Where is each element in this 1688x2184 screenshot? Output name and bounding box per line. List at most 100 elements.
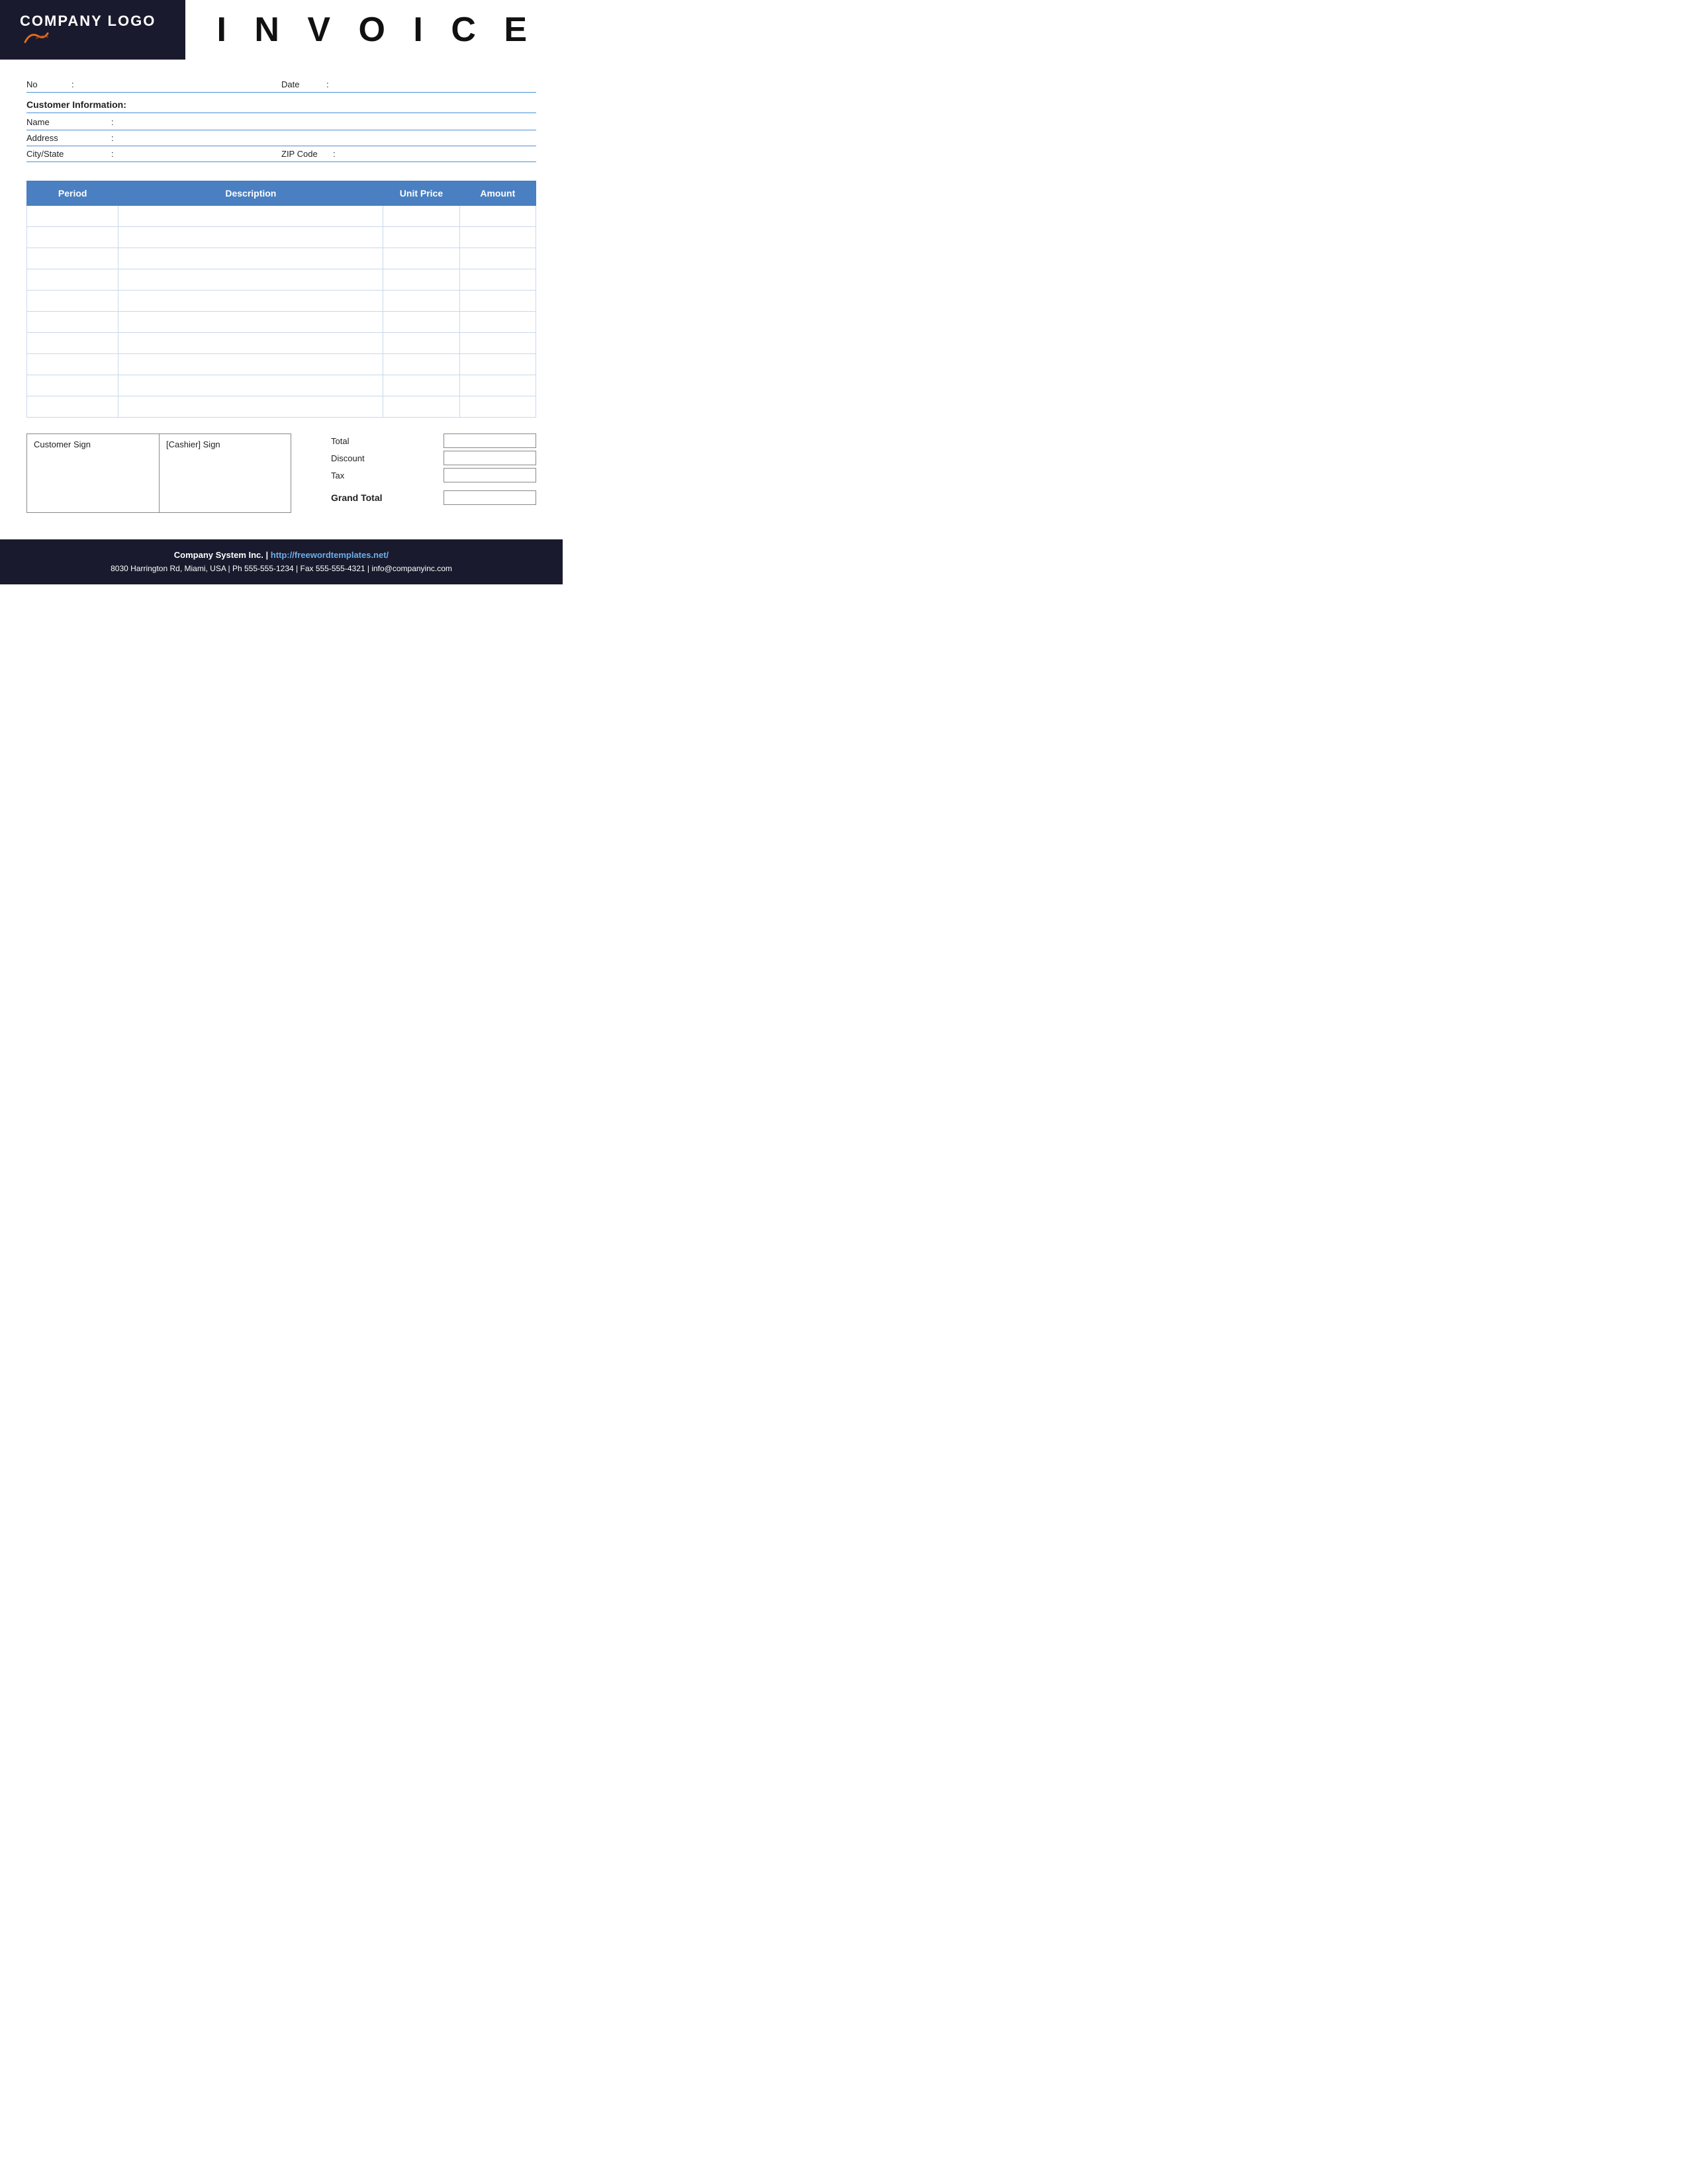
table-row: [27, 291, 536, 312]
date-field: Date :: [281, 79, 536, 89]
cell-amount-2: [459, 248, 536, 269]
grand-total-row: Grand Total: [331, 490, 536, 505]
table-header-row: Period Description Unit Price Amount: [27, 181, 536, 206]
customer-city-zip-row: City/State : ZIP Code :: [26, 146, 536, 162]
zip-label: ZIP Code: [281, 149, 328, 159]
invoice-table: Period Description Unit Price Amount: [26, 181, 536, 418]
cell-amount-6: [459, 333, 536, 354]
discount-label: Discount: [331, 453, 444, 463]
cell-unit-price-4: [383, 291, 459, 312]
table-row: [27, 396, 536, 418]
customer-address-row: Address :: [26, 130, 536, 146]
discount-value-box: [444, 451, 536, 465]
no-field: No :: [26, 79, 281, 89]
col-unit-price-header: Unit Price: [383, 181, 459, 206]
city-state-colon: :: [111, 149, 114, 159]
logo-label: COMPANY LOGO: [20, 13, 156, 29]
footer-line1: Company System Inc. | http://freewordtem…: [13, 549, 549, 563]
logo-area: COMPANY LOGO: [0, 0, 185, 60]
date-value: [334, 79, 536, 89]
col-amount-header: Amount: [459, 181, 536, 206]
table-row: [27, 354, 536, 375]
cashier-sign-box: [Cashier] Sign: [159, 433, 291, 513]
page-footer: Company System Inc. | http://freewordtem…: [0, 539, 563, 584]
content-area: No : Date : Customer Information: Name :…: [0, 60, 563, 513]
no-colon: :: [71, 79, 74, 89]
table-row: [27, 248, 536, 269]
cell-period-3: [27, 269, 118, 291]
cell-amount-3: [459, 269, 536, 291]
cell-period-0: [27, 206, 118, 227]
no-date-row: No : Date :: [26, 79, 536, 93]
zip-value: [341, 149, 536, 159]
zip-part: ZIP Code :: [281, 149, 536, 159]
name-value: [119, 117, 536, 127]
customer-section-title: Customer Information:: [26, 99, 536, 113]
address-value: [119, 133, 536, 143]
discount-row: Discount: [331, 451, 536, 465]
cell-description-3: [118, 269, 383, 291]
footer-company-name: Company System Inc. |: [174, 550, 271, 560]
cell-description-1: [118, 227, 383, 248]
cell-period-4: [27, 291, 118, 312]
page-header: COMPANY LOGO I N V O I C E: [0, 0, 563, 60]
cell-description-2: [118, 248, 383, 269]
total-value-box: [444, 433, 536, 448]
address-colon: :: [111, 133, 114, 143]
cell-description-8: [118, 375, 383, 396]
date-colon: :: [326, 79, 329, 89]
cell-amount-7: [459, 354, 536, 375]
total-row: Total: [331, 433, 536, 448]
cell-amount-5: [459, 312, 536, 333]
cell-unit-price-7: [383, 354, 459, 375]
city-state-part: City/State :: [26, 149, 281, 159]
customer-sign-box: Customer Sign: [26, 433, 159, 513]
city-state-value: [119, 149, 281, 159]
logo-text: COMPANY LOGO: [20, 13, 185, 47]
footer-link[interactable]: http://freewordtemplates.net/: [271, 550, 389, 560]
cell-unit-price-6: [383, 333, 459, 354]
cell-period-7: [27, 354, 118, 375]
col-description-header: Description: [118, 181, 383, 206]
cell-unit-price-2: [383, 248, 459, 269]
cell-description-9: [118, 396, 383, 418]
address-label: Address: [26, 133, 106, 143]
no-value: [79, 79, 281, 89]
totals-table: Total Discount Tax Grand Total: [331, 433, 536, 508]
cell-description-0: [118, 206, 383, 227]
zip-colon: :: [333, 149, 336, 159]
logo-arc-icon: [24, 30, 49, 45]
cell-period-5: [27, 312, 118, 333]
totals-spacer: [331, 485, 536, 490]
table-row: [27, 333, 536, 354]
cell-description-7: [118, 354, 383, 375]
tax-row: Tax: [331, 468, 536, 482]
customer-sign-label: Customer Sign: [34, 439, 91, 449]
col-period-header: Period: [27, 181, 118, 206]
bottom-section: Customer Sign [Cashier] Sign Total Disco…: [26, 433, 536, 513]
cell-period-6: [27, 333, 118, 354]
cell-unit-price-8: [383, 375, 459, 396]
table-row: [27, 312, 536, 333]
footer-line2: 8030 Harrington Rd, Miami, USA | Ph 555-…: [13, 563, 549, 575]
cell-unit-price-9: [383, 396, 459, 418]
cell-amount-9: [459, 396, 536, 418]
tax-value-box: [444, 468, 536, 482]
cashier-sign-label: [Cashier] Sign: [166, 439, 220, 449]
cell-amount-8: [459, 375, 536, 396]
table-row: [27, 375, 536, 396]
table-row: [27, 269, 536, 291]
cell-period-2: [27, 248, 118, 269]
cell-description-5: [118, 312, 383, 333]
tax-label: Tax: [331, 471, 444, 480]
cell-amount-4: [459, 291, 536, 312]
cell-unit-price-1: [383, 227, 459, 248]
cell-amount-0: [459, 206, 536, 227]
grand-total-value-box: [444, 490, 536, 505]
cell-unit-price-5: [383, 312, 459, 333]
customer-section: Customer Information: Name : Address : C…: [26, 99, 536, 162]
city-state-label: City/State: [26, 149, 106, 159]
no-label: No: [26, 79, 66, 89]
cell-period-1: [27, 227, 118, 248]
header-right: I N V O I C E: [185, 0, 563, 60]
